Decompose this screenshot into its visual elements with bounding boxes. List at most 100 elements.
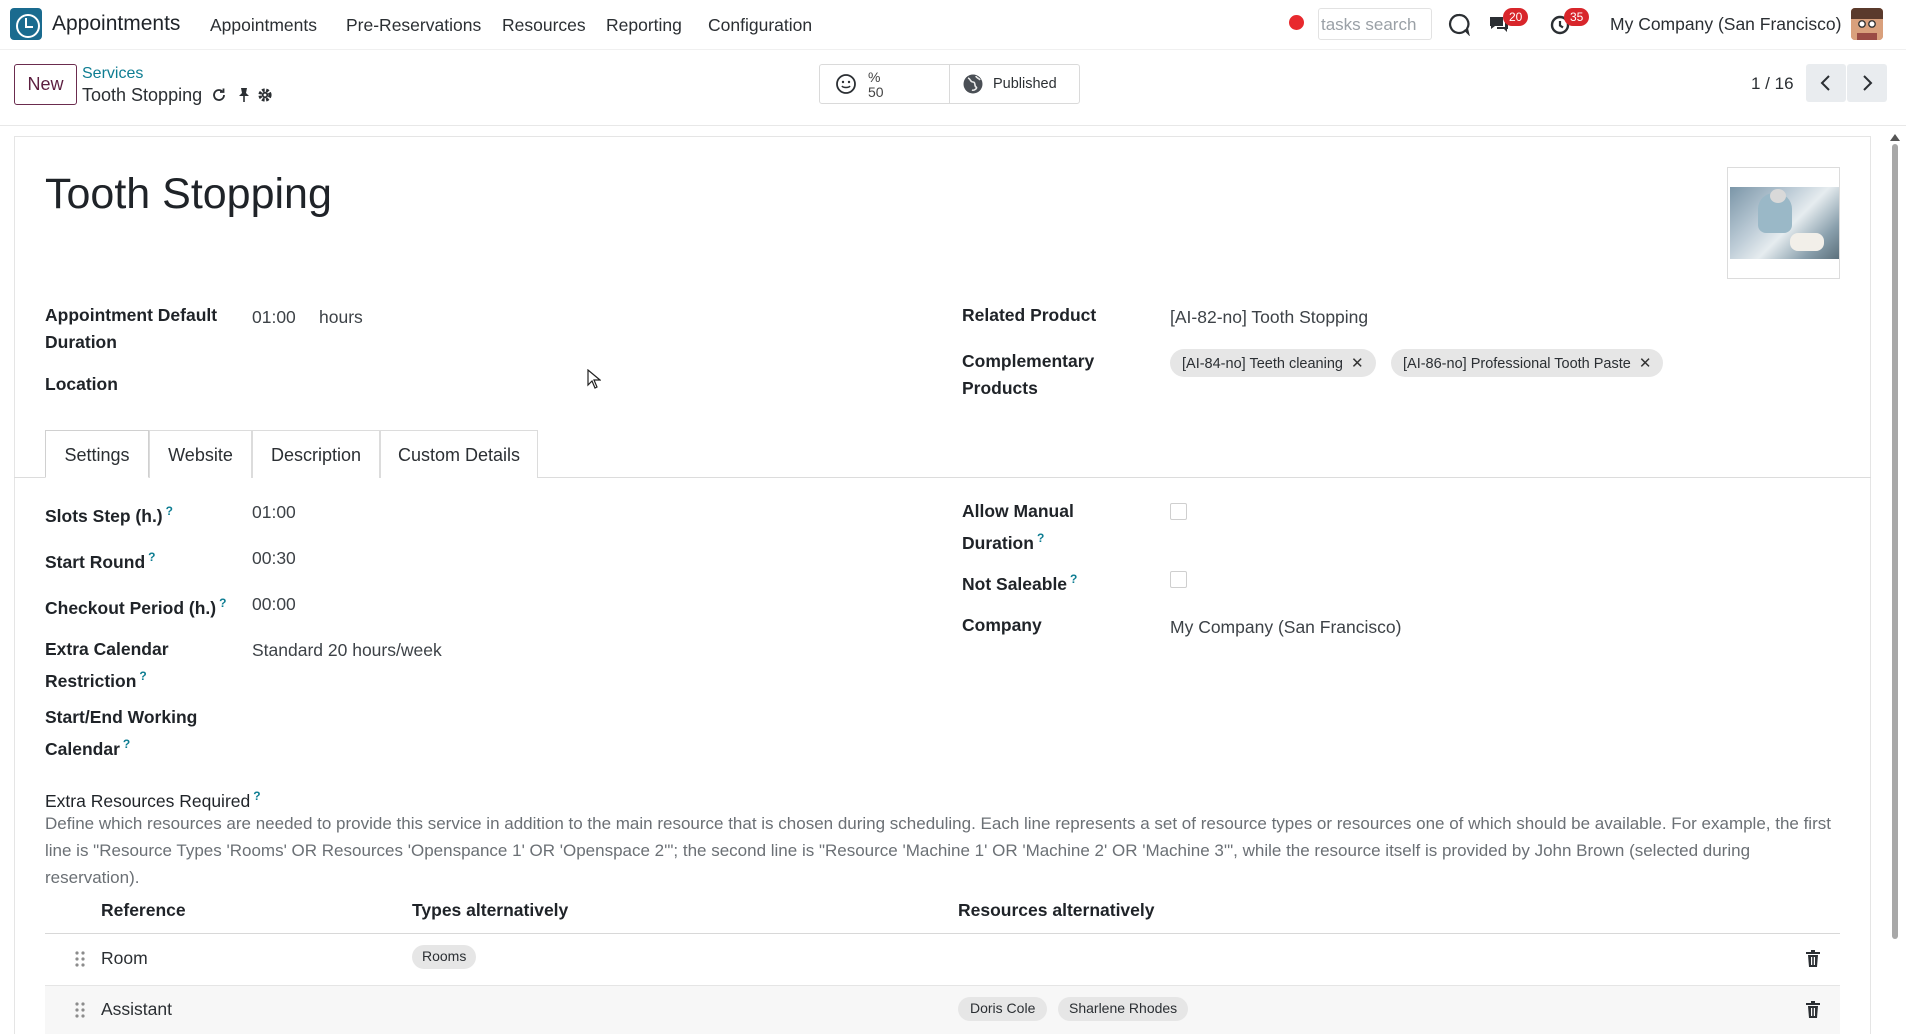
dentist-photo xyxy=(1730,187,1839,259)
tab-website[interactable]: Website xyxy=(149,430,252,478)
help-tooltip-icon: ? xyxy=(165,504,173,518)
user-avatar-image xyxy=(1851,8,1883,40)
not-saleable-label: Not Saleable? xyxy=(962,572,1078,594)
table-row[interactable] xyxy=(45,986,1840,1034)
pin-icon[interactable] xyxy=(236,87,252,103)
breadcrumb-services-link[interactable]: Services xyxy=(82,65,143,83)
extra-calendar-label: Extra Calendar Restriction? xyxy=(45,639,169,691)
rating-stat-button[interactable]: % 50 xyxy=(819,64,950,104)
start-round-input[interactable]: 00:30 xyxy=(252,545,296,572)
help-tooltip-icon: ? xyxy=(219,596,227,610)
column-resources-alternatively[interactable]: Resources alternatively xyxy=(958,900,1155,921)
location-label: Location xyxy=(45,374,118,394)
tab-description[interactable]: Description xyxy=(252,430,380,478)
voip-phone-icon[interactable] xyxy=(1447,12,1471,36)
tag-label: [AI-84-no] Teeth cleaning xyxy=(1182,356,1343,372)
menu-reporting[interactable]: Reporting xyxy=(606,15,682,36)
type-tag[interactable]: Rooms xyxy=(412,945,477,969)
published-label: Published xyxy=(993,76,1057,92)
trash-icon[interactable] xyxy=(1805,950,1821,968)
published-toggle-button[interactable]: Published xyxy=(949,64,1080,104)
service-image[interactable] xyxy=(1727,167,1840,279)
pager-value[interactable]: 1 / 16 xyxy=(1751,74,1794,94)
chevron-left-icon xyxy=(1820,75,1830,91)
table-header-divider xyxy=(45,933,1840,934)
allow-manual-duration-checkbox[interactable] xyxy=(1170,503,1187,520)
app-name[interactable]: Appointments xyxy=(52,12,180,36)
column-reference[interactable]: Reference xyxy=(101,900,186,921)
start-end-calendar-label: Start/End Working Calendar? xyxy=(45,707,198,759)
location-input[interactable] xyxy=(252,368,892,398)
control-panel-divider xyxy=(0,125,1906,126)
checkout-period-label: Checkout Period (h.)? xyxy=(45,596,227,618)
chevron-right-icon xyxy=(1863,75,1873,91)
trash-icon[interactable] xyxy=(1805,1001,1821,1019)
rating-percent-label: % xyxy=(868,69,881,85)
tag-label: [AI-86-no] Professional Tooth Paste xyxy=(1403,356,1631,372)
menu-configuration[interactable]: Configuration xyxy=(708,15,812,36)
company-field[interactable]: My Company (San Francisco) xyxy=(1170,614,1401,641)
user-avatar[interactable] xyxy=(1851,8,1883,40)
drag-handle-icon[interactable] xyxy=(75,950,85,968)
activities-count-badge: 35 xyxy=(1564,8,1590,26)
help-tooltip-icon: ? xyxy=(139,669,147,683)
smile-icon xyxy=(836,74,856,94)
form-scrollbar[interactable] xyxy=(1890,134,1900,940)
help-tooltip-icon: ? xyxy=(1036,531,1045,545)
scrollbar-thumb[interactable] xyxy=(1892,144,1898,939)
remove-tag-icon[interactable]: ✕ xyxy=(1639,355,1652,372)
tab-custom-details[interactable]: Custom Details xyxy=(380,430,538,478)
pager-next-button[interactable] xyxy=(1847,64,1887,102)
row-reference[interactable]: Assistant xyxy=(101,999,172,1020)
company-label: Company xyxy=(962,615,1042,635)
company-switcher[interactable]: My Company (San Francisco) xyxy=(1610,14,1841,35)
menu-appointments[interactable]: Appointments xyxy=(210,15,317,36)
complementary-products-label: Complementary Products xyxy=(962,351,1095,398)
top-navbar: Appointments Appointments Pre-Reservatio… xyxy=(0,0,1906,50)
allow-manual-duration-label: Allow Manual Duration? xyxy=(962,501,1074,553)
complementary-product-tag[interactable]: [AI-84-no] Teeth cleaning ✕ xyxy=(1170,349,1376,377)
menu-pre-reservations[interactable]: Pre-Reservations xyxy=(346,15,481,36)
row-reference[interactable]: Room xyxy=(101,948,148,969)
help-tooltip-icon: ? xyxy=(253,789,261,803)
resource-tag[interactable]: Doris Cole xyxy=(958,997,1048,1021)
gear-icon[interactable] xyxy=(257,87,273,103)
start-end-calendar-field[interactable] xyxy=(252,704,892,734)
help-tooltip-icon: ? xyxy=(148,550,156,564)
related-product-field[interactable]: [AI-82-no] Tooth Stopping xyxy=(1170,304,1368,331)
mouse-cursor-icon xyxy=(587,369,601,389)
slots-step-input[interactable]: 01:00 xyxy=(252,499,296,526)
resource-tag[interactable]: Sharlene Rhodes xyxy=(1058,997,1189,1021)
help-tooltip-icon: ? xyxy=(122,737,131,751)
column-types-alternatively[interactable]: Types alternatively xyxy=(412,900,568,921)
checkout-period-input[interactable]: 00:00 xyxy=(252,591,296,618)
extra-calendar-field[interactable]: Standard 20 hours/week xyxy=(252,637,442,664)
remove-tag-icon[interactable]: ✕ xyxy=(1351,355,1364,372)
duration-label: Appointment Default Duration xyxy=(45,305,218,352)
duration-input[interactable]: 01:00 xyxy=(252,304,296,331)
form-sheet xyxy=(14,136,1871,1034)
messages-count-badge: 20 xyxy=(1503,8,1529,26)
breadcrumb-current: Tooth Stopping xyxy=(82,85,203,105)
menu-resources[interactable]: Resources xyxy=(502,15,586,36)
extra-resources-description: Define which resources are needed to pro… xyxy=(45,814,1831,887)
record-title[interactable]: Tooth Stopping xyxy=(45,170,332,219)
start-round-label: Start Round? xyxy=(45,550,156,572)
discard-refresh-icon[interactable] xyxy=(211,87,227,103)
new-record-button[interactable]: New xyxy=(14,64,77,105)
slots-step-label: Slots Step (h.)? xyxy=(45,504,173,526)
complementary-product-tag[interactable]: [AI-86-no] Professional Tooth Paste ✕ xyxy=(1391,349,1664,377)
related-product-label: Related Product xyxy=(962,305,1097,325)
recording-indicator-icon[interactable] xyxy=(1289,15,1304,30)
globe-icon xyxy=(963,74,983,94)
help-tooltip-icon: ? xyxy=(1070,572,1078,586)
tab-settings[interactable]: Settings xyxy=(45,430,149,478)
drag-handle-icon[interactable] xyxy=(75,1001,85,1019)
tasks-search-placeholder: tasks search xyxy=(1321,15,1417,34)
appointments-app-icon[interactable] xyxy=(10,8,42,40)
pager-previous-button[interactable] xyxy=(1806,64,1846,102)
scroll-up-arrow-icon[interactable] xyxy=(1890,134,1900,141)
rating-value: 50 xyxy=(868,84,884,100)
not-saleable-checkbox[interactable] xyxy=(1170,571,1187,588)
tasks-search-input[interactable]: tasks search xyxy=(1318,8,1432,40)
